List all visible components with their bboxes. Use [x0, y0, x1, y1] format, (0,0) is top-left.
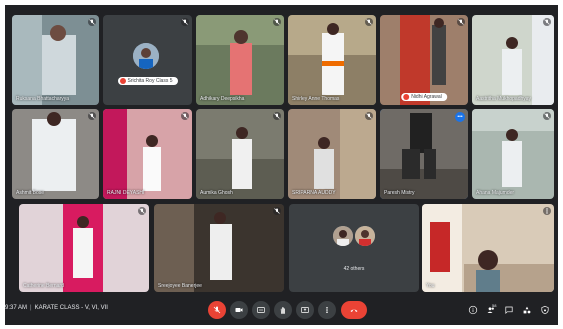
participant-tile[interactable]: Catherine Bernard: [19, 204, 149, 292]
participant-tile[interactable]: Sreejoyee Banerjee: [154, 204, 284, 292]
participant-tile[interactable]: Aastritha Mukhopadhyay: [472, 15, 554, 105]
participant-name: Sreejoyee Banerjee: [158, 283, 202, 289]
participant-name: You: [426, 283, 435, 289]
shield-lock-icon: [540, 305, 549, 314]
participant-name: Paresh Mistry: [384, 190, 415, 196]
participant-name: Ahana Majumder: [476, 190, 515, 196]
participant-name: SRIPARNA AUDDY: [292, 190, 336, 196]
camera-toggle-button[interactable]: [230, 301, 248, 319]
chat-button[interactable]: [503, 304, 514, 315]
mic-off-icon: [365, 18, 373, 26]
mic-off-icon: [365, 112, 373, 120]
video-feed: [472, 109, 554, 199]
mic-off-icon: [138, 207, 146, 215]
activities-icon: [523, 306, 530, 313]
participant-name: Srichita Roy Class 5: [127, 78, 173, 84]
video-feed: [19, 204, 149, 292]
participant-tile[interactable]: Ashmit Bose: [12, 109, 99, 199]
participant-tile[interactable]: Ruksana Bhattacharyya: [12, 15, 99, 105]
meet-stage: Ruksana Bhattacharyya Srichita Roy Class…: [5, 5, 558, 325]
self-tile[interactable]: You: [422, 204, 554, 292]
participant-name: Nidhi Agrawal: [411, 94, 442, 100]
participant-name: Aastritha Mukhopadhyay: [476, 96, 532, 102]
mic-off-icon: [88, 112, 96, 120]
mic-off-icon: [213, 306, 221, 314]
others-tile[interactable]: 42 others: [289, 204, 419, 292]
participant-tile-speaking[interactable]: ••• Paresh Mistry: [380, 109, 468, 199]
chat-icon: [504, 306, 513, 314]
meeting-details-button[interactable]: [467, 304, 478, 315]
speaking-icon: •••: [455, 112, 465, 122]
more-options-button[interactable]: [318, 301, 336, 319]
video-feed: [380, 109, 468, 199]
avatar: [333, 226, 353, 246]
leave-call-button[interactable]: [341, 301, 367, 319]
participant-tile[interactable]: Nidhi Agrawal: [380, 15, 468, 105]
others-count: 42 others: [343, 266, 365, 272]
mic-off-icon: [273, 207, 281, 215]
info-icon: [468, 305, 477, 314]
end-call-icon: [350, 309, 358, 312]
mic-off-icon: [273, 112, 281, 120]
mic-off-icon: [457, 18, 465, 26]
host-controls-button[interactable]: [539, 304, 550, 315]
participant-name: Adhikary Deepsikha: [200, 96, 245, 102]
participant-tile[interactable]: Ahana Majumder: [472, 109, 554, 199]
video-feed: [12, 109, 99, 199]
video-feed: [12, 15, 99, 105]
video-feed: [472, 15, 554, 105]
video-feed: [103, 109, 192, 199]
more-vert-icon: [326, 307, 328, 313]
participant-name: Shirley Anne Thomas: [292, 96, 340, 102]
participant-tile[interactable]: Adhikary Deepsikha: [196, 15, 284, 105]
mic-off-icon: [543, 18, 551, 26]
video-feed: [196, 15, 284, 105]
participant-name: Ruksana Bhattacharyya: [16, 96, 70, 102]
meeting-details: 9:37 AM | KARATE CLASS - V, VI, VII: [5, 305, 108, 311]
meeting-title: KARATE CLASS - V, VI, VII: [34, 305, 108, 311]
participant-name: Aumika Ghosh: [200, 190, 233, 196]
participant-name: RAJNI DEYASHI: [107, 190, 145, 196]
participant-name: Ashmit Bose: [16, 190, 45, 196]
people-count: 58: [492, 303, 497, 308]
mic-off-icon: [88, 18, 96, 26]
mic-toggle-button[interactable]: [208, 301, 226, 319]
name-pill: Srichita Roy Class 5: [117, 77, 178, 85]
video-feed: [380, 15, 468, 105]
participant-name: Catherine Bernard: [23, 283, 64, 289]
more-options-icon[interactable]: [543, 207, 551, 215]
raise-hand-button[interactable]: [274, 301, 292, 319]
mic-off-icon: [181, 18, 189, 26]
bottom-toolbar: 9:37 AM | KARATE CLASS - V, VI, VII 58: [5, 295, 558, 325]
participant-tile[interactable]: RAJNI DEYASHI: [103, 109, 192, 199]
captions-icon: [257, 307, 265, 313]
present-screen-icon: [301, 307, 309, 313]
present-button[interactable]: [296, 301, 314, 319]
participant-tile[interactable]: Aumika Ghosh: [196, 109, 284, 199]
people-button[interactable]: 58: [485, 303, 497, 315]
video-feed: [288, 109, 376, 199]
video-camera-icon: [235, 308, 243, 312]
participant-tile[interactable]: Srichita Roy Class 5: [103, 15, 192, 105]
avatar: [133, 43, 159, 69]
activities-button[interactable]: [521, 304, 532, 315]
clock: 9:37 AM: [5, 305, 28, 311]
name-pill: Nidhi Agrawal: [401, 93, 447, 101]
captions-button[interactable]: [252, 301, 270, 319]
avatar-icon: [403, 94, 410, 100]
video-feed: [422, 204, 554, 292]
participant-tile[interactable]: Shirley Anne Thomas: [288, 15, 376, 105]
video-feed: [288, 15, 376, 105]
avatar-icon: [119, 78, 126, 84]
separator: |: [30, 305, 32, 311]
video-feed: [154, 204, 284, 292]
avatar: [355, 226, 375, 246]
mic-off-icon: [181, 112, 189, 120]
mic-off-icon: [273, 18, 281, 26]
participant-tile[interactable]: SRIPARNA AUDDY: [288, 109, 376, 199]
video-feed: [196, 109, 284, 199]
hand-icon: [280, 307, 285, 314]
mic-off-icon: [543, 112, 551, 120]
